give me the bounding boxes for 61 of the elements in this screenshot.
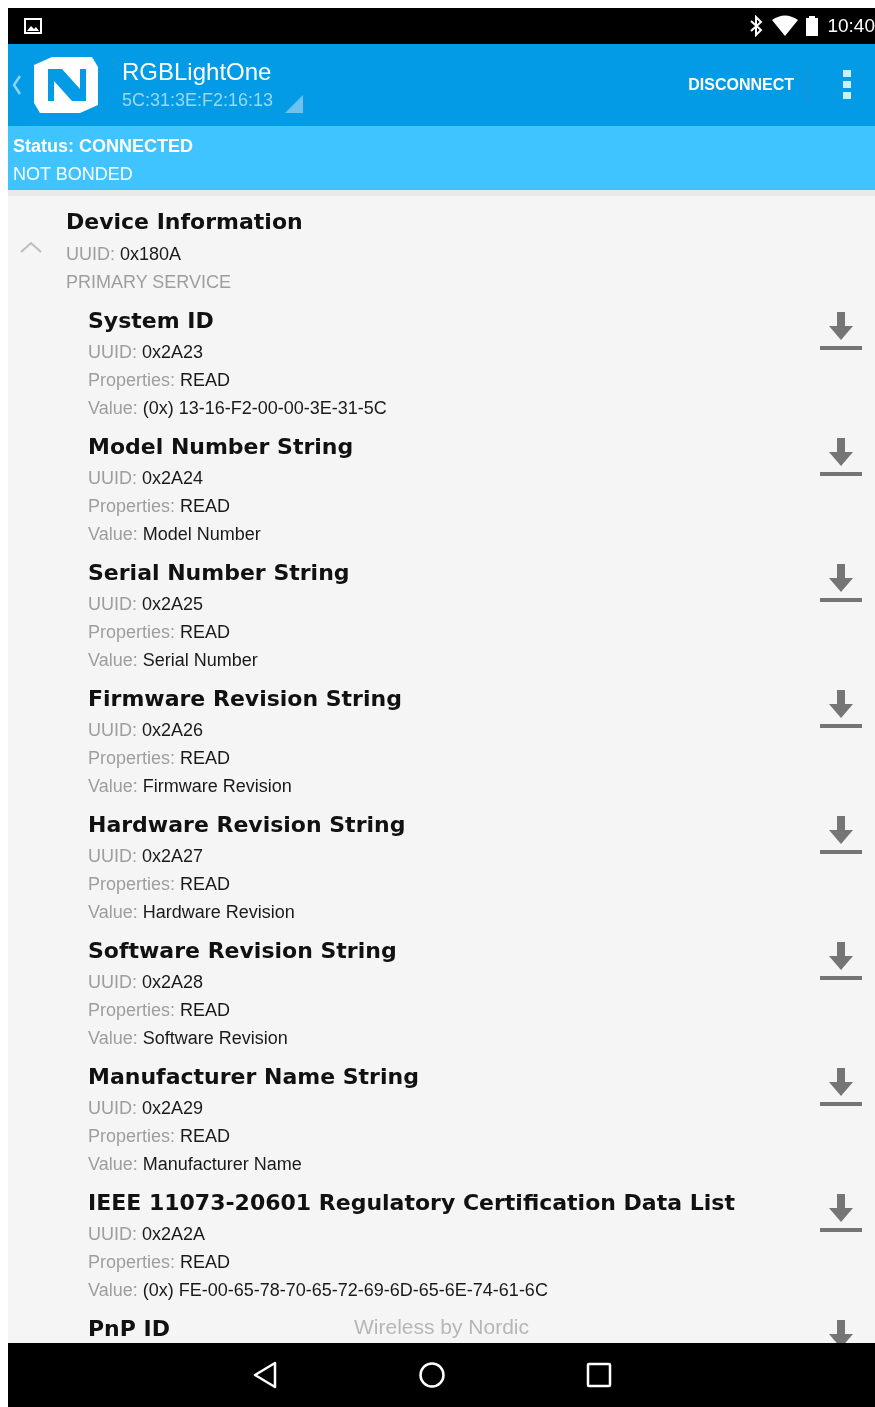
device-address: 5C:31:3E:F2:16:13 (122, 89, 274, 112)
characteristic-field: Value: Software Revision (88, 1024, 288, 1052)
download-icon[interactable] (819, 436, 863, 478)
bluetooth-icon (749, 15, 764, 37)
characteristic-field: UUID: 0x2A28 (88, 968, 204, 996)
service-uuid: UUID: 0x180A (66, 243, 182, 266)
characteristic-field: UUID: 0x2A2A (88, 1220, 206, 1248)
footer-text: Wireless by Nordic (354, 1315, 529, 1339)
download-icon[interactable] (819, 940, 863, 982)
recents-icon[interactable] (585, 1362, 612, 1388)
characteristic-field: Properties: READ (88, 996, 231, 1024)
characteristic-field: UUID: 0x2A26 (88, 716, 204, 744)
download-icon[interactable] (819, 310, 863, 352)
characteristic-name: IEEE 11073-20601 Regulatory Certification Data List (88, 1189, 735, 1217)
characteristic-name: Manufacturer Name String (88, 1063, 419, 1091)
picture-icon (24, 18, 42, 34)
characteristic-field: UUID: 0x2A25 (88, 590, 204, 618)
battery-icon (805, 15, 820, 37)
bond-state: NOT BONDED (13, 163, 133, 186)
characteristic-field: Value: Manufacturer Name (88, 1150, 302, 1178)
home-icon[interactable] (417, 1361, 446, 1389)
connection-status: Status: CONNECTED (13, 135, 193, 158)
characteristic-name: Serial Number String (88, 559, 350, 587)
download-icon[interactable] (819, 1066, 863, 1108)
characteristic-field: Value: Serial Number (88, 646, 258, 674)
characteristic-field: Properties: READ (88, 618, 231, 646)
characteristic-field: Properties: READ (88, 1122, 231, 1150)
download-icon[interactable] (819, 814, 863, 856)
characteristic-field: Value: (0x) FE-00-65-78-70-65-72-69-6D-65-6E-74-61-6C (88, 1276, 548, 1304)
characteristic-field: UUID: 0x2A29 (88, 1094, 204, 1122)
characteristic-name: Model Number String (88, 433, 354, 461)
characteristic-field: Value: Firmware Revision (88, 772, 292, 800)
device-name: RGBLightOne (122, 57, 273, 87)
back-icon[interactable] (251, 1361, 278, 1389)
wifi-icon (771, 15, 800, 37)
characteristic-name: Hardware Revision String (88, 811, 406, 839)
characteristic-field: Properties: READ (88, 744, 231, 772)
characteristic-field: Value: (0x) 13-16-F2-00-00-3E-31-5C (88, 394, 387, 422)
characteristic-field: Properties: READ (88, 870, 231, 898)
characteristic-name: Software Revision String (88, 937, 397, 965)
corner-triangle-icon (285, 95, 304, 113)
characteristic-name: PnP ID (88, 1315, 171, 1343)
service-name: Device Information (66, 208, 303, 236)
disconnect-button[interactable]: DISCONNECT (676, 66, 807, 104)
download-icon[interactable] (819, 562, 863, 604)
characteristic-field: UUID: 0x2A27 (88, 842, 204, 870)
characteristic-field: Properties: READ (88, 492, 231, 520)
characteristic-name: Firmware Revision String (88, 685, 402, 713)
characteristic-field: Properties: READ (88, 1248, 231, 1276)
download-icon[interactable] (819, 1192, 863, 1234)
download-icon[interactable] (819, 688, 863, 730)
logo-icon (32, 55, 100, 115)
clock: 10:40 (827, 15, 875, 37)
characteristic-field: Value: Model Number (88, 520, 261, 548)
characteristic-field: UUID: 0x2A24 (88, 464, 204, 492)
characteristic-field: Value: Hardware Revision (88, 898, 295, 926)
characteristic-field: UUID: 0x2A23 (88, 338, 204, 366)
overflow-menu-icon[interactable] (843, 70, 851, 100)
characteristic-field: Properties: READ (88, 366, 231, 394)
service-type: PRIMARY SERVICE (66, 271, 232, 294)
characteristic-name: System ID (88, 307, 214, 335)
